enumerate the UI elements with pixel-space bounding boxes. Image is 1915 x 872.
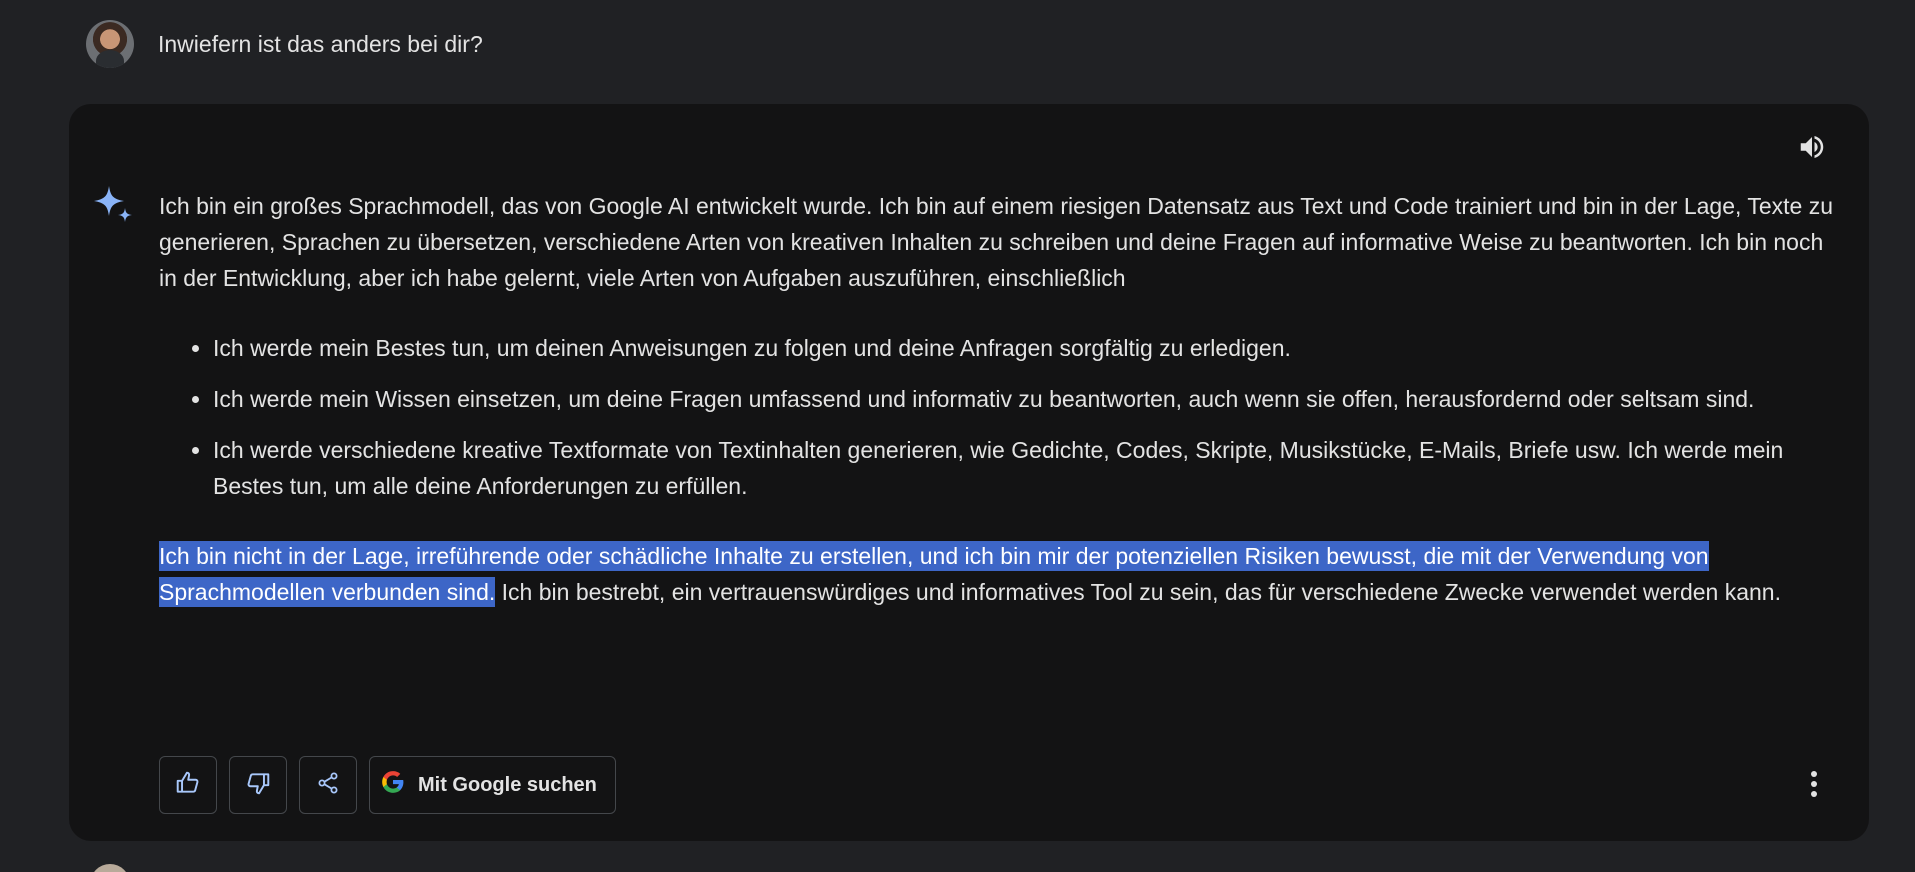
response-actions: Mit Google suchen (159, 756, 616, 814)
closing-text: Ich bin bestrebt, ein vertrauenswürdiges… (495, 579, 1781, 605)
more-vert-icon (1809, 769, 1819, 804)
user-prompt-text: Inwiefern ist das anders bei dir? (158, 30, 483, 57)
google-g-icon (380, 769, 406, 801)
speaker-icon[interactable] (1795, 130, 1829, 164)
sparkle-icon (91, 184, 135, 228)
response-bullet-list: Ich werde mein Bestes tun, um deinen Anw… (159, 330, 1839, 504)
user-prompt-row: Inwiefern ist das anders bei dir? (86, 20, 483, 68)
next-message-avatar (90, 864, 130, 872)
share-icon (316, 771, 340, 800)
chat-page: Inwiefern ist das anders bei dir? Ich bi… (0, 0, 1915, 872)
user-avatar[interactable] (86, 20, 134, 68)
response-closing: Ich bin nicht in der Lage, irreführende … (159, 538, 1839, 610)
share-button[interactable] (299, 756, 357, 814)
response-card: Ich bin ein großes Sprachmodell, das von… (69, 104, 1869, 841)
thumbs-down-icon (245, 770, 271, 801)
google-search-label: Mit Google suchen (418, 773, 597, 796)
thumbs-up-icon (175, 770, 201, 801)
list-item: Ich werde mein Wissen einsetzen, um dein… (213, 381, 1839, 417)
thumbs-down-button[interactable] (229, 756, 287, 814)
response-content: Ich bin ein großes Sprachmodell, das von… (159, 188, 1839, 610)
more-options-button[interactable] (1799, 766, 1829, 806)
list-item: Ich werde verschiedene kreative Textform… (213, 432, 1839, 504)
response-intro: Ich bin ein großes Sprachmodell, das von… (159, 193, 1834, 291)
google-search-button[interactable]: Mit Google suchen (369, 756, 616, 814)
thumbs-up-button[interactable] (159, 756, 217, 814)
list-item: Ich werde mein Bestes tun, um deinen Anw… (213, 330, 1839, 366)
